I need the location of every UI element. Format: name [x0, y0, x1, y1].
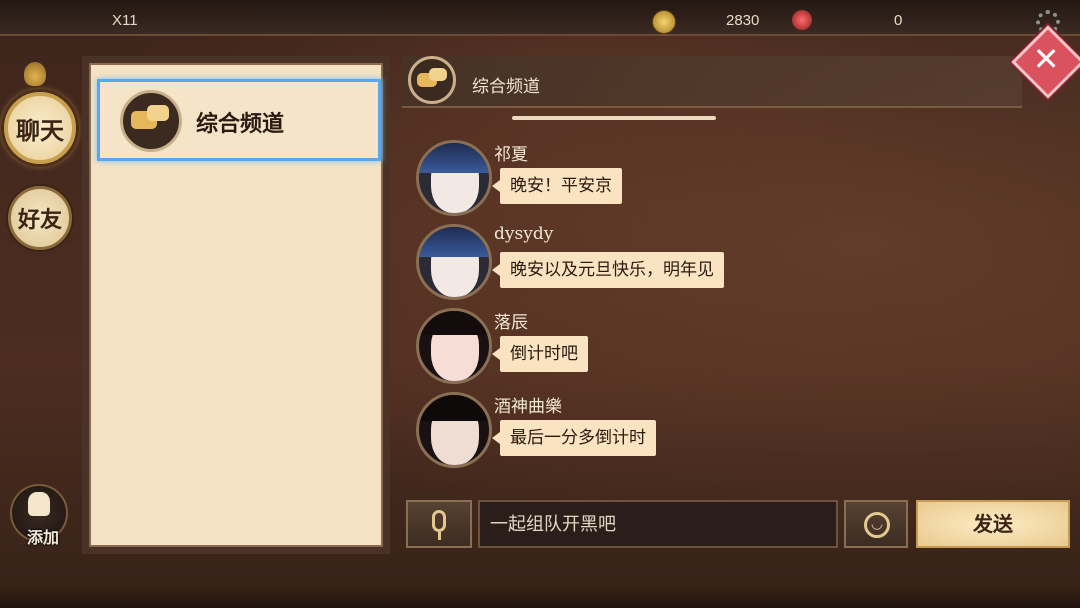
chat-scroll-indicator[interactable] [512, 116, 716, 120]
coin-icon [652, 10, 676, 34]
chat-bubbles-icon [120, 90, 182, 152]
emoji-button[interactable]: ◡ [844, 500, 908, 548]
channel-item-label: 综合频道 [196, 111, 285, 137]
message-bubble: 最后一分多倒计时 [492, 420, 656, 456]
send-button[interactable]: 发送 [916, 500, 1070, 548]
message-sender: 落辰 [494, 313, 528, 333]
chat-input[interactable] [478, 500, 838, 548]
add-friend-label: 添加 [26, 528, 59, 547]
message-bubble: 晚安！平安京 [492, 168, 622, 204]
coin-count: 2830 [726, 12, 760, 29]
channel-list-panel: 综合频道 [82, 56, 390, 554]
message-sender: 酒神曲樂 [494, 397, 562, 417]
add-person-icon [28, 492, 50, 516]
jade-count: 0 [894, 12, 903, 29]
avatar[interactable] [416, 308, 492, 384]
chat-bubbles-icon [408, 56, 456, 104]
add-friend-button[interactable]: 添加 [10, 484, 68, 547]
chat-channel-title: 综合频道 [472, 77, 540, 97]
message-bubble: 倒计时吧 [492, 336, 588, 372]
close-icon: ✕ [1032, 39, 1060, 78]
top-status-bar: X11 2830 0 [0, 0, 1080, 34]
channel-item-general[interactable]: 综合频道 [97, 79, 381, 161]
bell-icon [24, 62, 46, 86]
voice-input-button[interactable] [406, 500, 472, 548]
avatar[interactable] [416, 392, 492, 468]
message-sender: dysydy [494, 224, 554, 244]
avatar[interactable] [416, 140, 492, 216]
player-level: X11 [112, 12, 138, 29]
jade-icon [792, 10, 812, 30]
avatar[interactable] [416, 224, 492, 300]
chat-header: 综合频道 [402, 56, 1022, 108]
microphone-icon [432, 510, 446, 532]
message-bubble: 晚安以及元旦快乐，明年见 [492, 252, 724, 288]
smiley-icon: ◡ [864, 512, 890, 538]
tab-friends[interactable]: 好友 [8, 186, 72, 250]
bottom-menu-strip [0, 584, 1080, 608]
tab-chat[interactable]: 聊天 [4, 92, 76, 164]
message-sender: 祁夏 [494, 145, 528, 165]
